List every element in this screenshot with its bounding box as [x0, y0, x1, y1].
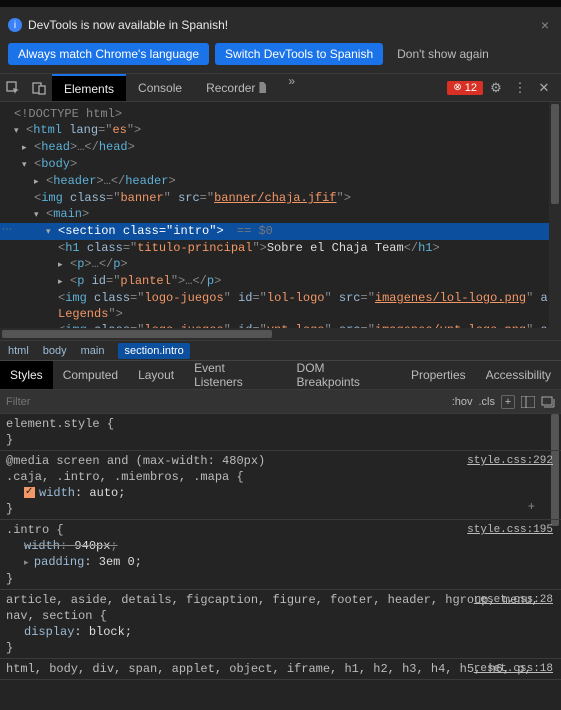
- match-language-button[interactable]: Always match Chrome's language: [8, 43, 209, 65]
- dom-node[interactable]: ▸<header>…</header>: [0, 173, 561, 190]
- dom-node[interactable]: ▾<main>: [0, 206, 561, 223]
- main-toolbar: Elements Console Recorder » ⊗12 ⚙ ⋮ ✕: [0, 74, 561, 102]
- dom-node[interactable]: ▾<body>: [0, 156, 561, 173]
- dom-node[interactable]: Legends">: [0, 306, 561, 322]
- recorder-badge-icon: [259, 82, 266, 93]
- cls-toggle[interactable]: .cls: [479, 396, 496, 408]
- dom-node[interactable]: ▸<p id="plantel">…</p>: [0, 273, 561, 290]
- settings-gear-icon[interactable]: ⚙: [485, 80, 507, 96]
- hov-toggle[interactable]: :hov: [452, 396, 473, 408]
- dom-node[interactable]: ⋯▾<section class="intro"> == $0: [0, 223, 561, 240]
- dom-node[interactable]: ▸<p>…</p>: [0, 256, 561, 273]
- dom-node[interactable]: ▸<head>…</head>: [0, 139, 561, 156]
- styles-filter-input[interactable]: [6, 396, 446, 408]
- styles-subtabs: StylesComputedLayoutEvent ListenersDOM B…: [0, 360, 561, 390]
- language-announcement: i DevTools is now available in Spanish! …: [0, 7, 561, 74]
- new-style-rule-button[interactable]: +: [501, 395, 515, 409]
- device-toolbar-icon[interactable]: [26, 81, 52, 95]
- subtab-computed[interactable]: Computed: [53, 361, 128, 389]
- style-rule[interactable]: reset.css:28article, aside, details, fig…: [0, 590, 561, 659]
- style-rule[interactable]: element.style {}: [0, 414, 561, 451]
- tab-console[interactable]: Console: [126, 74, 194, 101]
- dont-show-again-button[interactable]: Don't show again: [389, 43, 497, 65]
- dom-node[interactable]: <h1 class="titulo-principal">Sobre el Ch…: [0, 240, 561, 256]
- tab-recorder[interactable]: Recorder: [194, 74, 278, 101]
- tab-elements[interactable]: Elements: [52, 74, 126, 101]
- close-icon[interactable]: ×: [537, 13, 553, 37]
- close-devtools-icon[interactable]: ✕: [533, 80, 555, 96]
- style-rule[interactable]: reset.css:18html, body, div, span, apple…: [0, 659, 561, 680]
- style-rule[interactable]: style.css:292@media screen and (max-widt…: [0, 451, 561, 520]
- breadcrumb-item[interactable]: html: [8, 345, 29, 357]
- rendering-emulations-icon[interactable]: [541, 396, 555, 408]
- styles-pane[interactable]: element.style {}style.css:292@media scre…: [0, 414, 561, 710]
- subtab-styles[interactable]: Styles: [0, 361, 53, 389]
- source-link[interactable]: style.css:195: [467, 522, 553, 538]
- dom-node[interactable]: <img class="banner" src="banner/chaja.jf…: [0, 190, 561, 206]
- subtab-properties[interactable]: Properties: [401, 361, 476, 389]
- source-link[interactable]: style.css:292: [467, 453, 553, 469]
- insert-style-rule-icon[interactable]: +: [528, 499, 535, 515]
- scrollbar-vertical[interactable]: [549, 102, 561, 340]
- source-link[interactable]: reset.css:28: [474, 592, 553, 608]
- announcement-text: DevTools is now available in Spanish!: [28, 18, 228, 32]
- dom-node[interactable]: <!DOCTYPE html>: [0, 106, 561, 122]
- error-icon: ⊗: [453, 82, 461, 93]
- elements-dom-tree[interactable]: <!DOCTYPE html>▾<html lang="es">▸<head>……: [0, 102, 561, 340]
- inspect-element-icon[interactable]: [0, 81, 26, 95]
- subtab-layout[interactable]: Layout: [128, 361, 184, 389]
- scrollbar-horizontal[interactable]: [0, 328, 549, 340]
- dom-node[interactable]: ▾<html lang="es">: [0, 122, 561, 139]
- switch-language-button[interactable]: Switch DevTools to Spanish: [215, 43, 383, 65]
- breadcrumb-item[interactable]: main: [81, 345, 105, 357]
- property-enabled-checkbox[interactable]: [24, 487, 35, 498]
- subtab-event-listeners[interactable]: Event Listeners: [184, 361, 286, 389]
- breadcrumb-item[interactable]: section.intro: [118, 343, 189, 359]
- kebab-menu-icon[interactable]: ⋮: [509, 80, 531, 96]
- computed-styles-sidebar-icon[interactable]: [521, 396, 535, 408]
- subtab-dom-breakpoints[interactable]: DOM Breakpoints: [287, 361, 401, 389]
- breadcrumb: html body main section.intro: [0, 340, 561, 360]
- breadcrumb-item[interactable]: body: [43, 345, 67, 357]
- error-count-badge[interactable]: ⊗12: [447, 81, 483, 95]
- dom-node[interactable]: <img class="logo-juegos" id="lol-logo" s…: [0, 290, 561, 306]
- more-tabs-icon[interactable]: »: [278, 74, 305, 101]
- source-link[interactable]: reset.css:18: [474, 661, 553, 677]
- info-icon: i: [8, 18, 22, 32]
- subtab-accessibility[interactable]: Accessibility: [476, 361, 561, 389]
- style-rule[interactable]: style.css:195.intro {width: 940px;▸ padd…: [0, 520, 561, 590]
- styles-filter-bar: :hov .cls +: [0, 390, 561, 414]
